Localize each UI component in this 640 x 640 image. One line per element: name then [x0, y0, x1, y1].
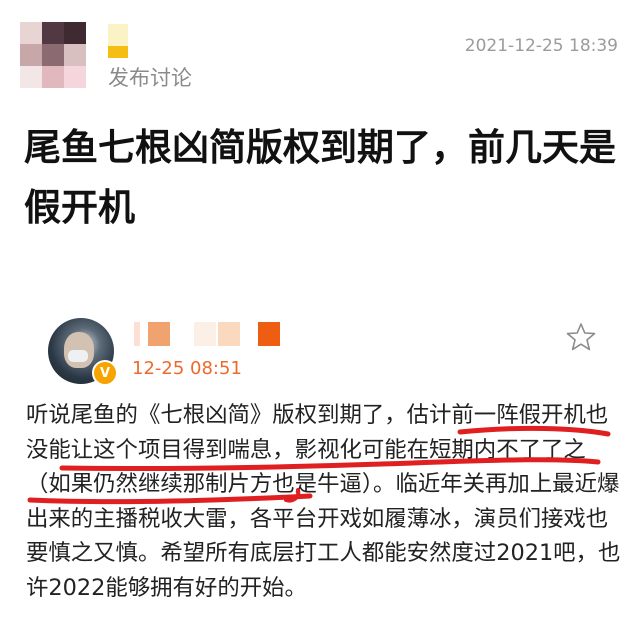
poster-name-mosaic[interactable] — [108, 24, 128, 58]
poster-avatar-mosaic[interactable] — [20, 22, 86, 88]
avatar-mask — [68, 350, 88, 362]
star-icon[interactable] — [566, 322, 596, 352]
comment-text: 听说尾鱼的《七根凶简》版权到期了，估计前一阵假开机也没能让这个项目得到喘息，影视… — [26, 402, 621, 601]
post-action-label: 发布讨论 — [108, 66, 192, 90]
verified-badge-icon: V — [92, 360, 118, 386]
comment-timestamp: 12-25 08:51 — [132, 358, 242, 379]
post-timestamp: 2021-12-25 18:39 — [464, 36, 618, 56]
commenter-name-mosaic[interactable] — [134, 322, 284, 348]
post-title: 尾鱼七根凶简版权到期了，前几天是假开机 — [24, 126, 616, 229]
